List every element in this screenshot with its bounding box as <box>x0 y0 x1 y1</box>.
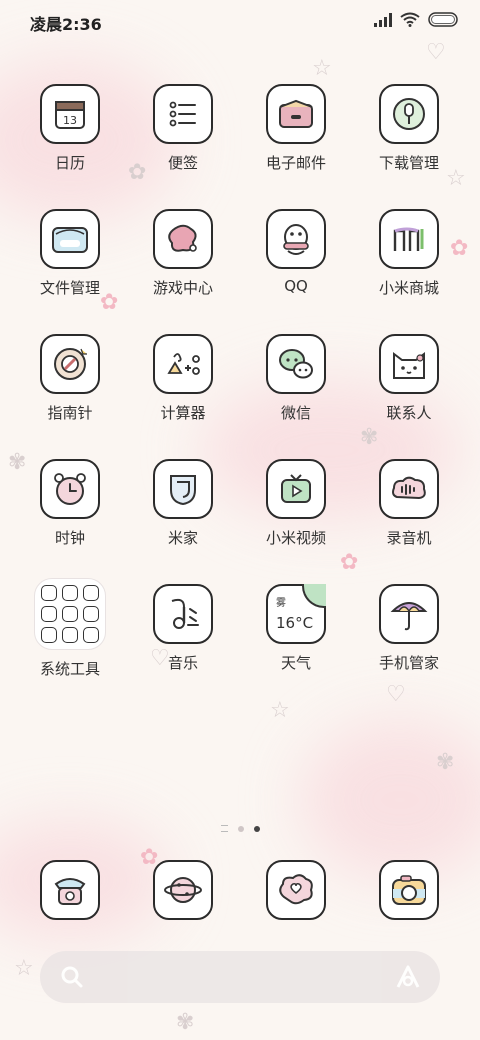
app-phone[interactable] <box>14 860 126 920</box>
app-folder[interactable]: 文件管理 <box>14 209 126 298</box>
page-dot-current[interactable] <box>253 825 260 832</box>
browser-icon[interactable] <box>153 860 213 920</box>
app-download[interactable]: 下载管理 <box>353 84 465 173</box>
search-icon[interactable] <box>60 965 84 989</box>
app-weather[interactable]: 雾 16°C 天气 <box>240 584 352 673</box>
app-label: QQ <box>284 277 308 295</box>
app-label: 米家 <box>167 529 198 547</box>
app-browser[interactable] <box>127 860 239 920</box>
folder-mini-app-icon <box>62 585 78 601</box>
app-label: 音乐 <box>167 654 198 672</box>
app-label: 天气 <box>280 654 311 672</box>
app-label: 文件管理 <box>39 279 100 297</box>
app-label: 系统工具 <box>39 660 100 678</box>
folder-mini-app-icon <box>83 585 99 601</box>
phone-icon[interactable] <box>40 860 100 920</box>
app-label: 小米视频 <box>265 529 326 547</box>
app-label: 便签 <box>167 154 198 172</box>
wifi-icon <box>400 12 420 27</box>
app-label: 游戏中心 <box>152 279 213 297</box>
folder-mini-app-icon <box>83 627 99 643</box>
status-time: 凌晨2:36 <box>30 15 102 34</box>
app-calculator[interactable]: 计算器 <box>127 334 239 423</box>
search-bar[interactable] <box>40 951 440 1003</box>
app-game-center[interactable]: 游戏中心 <box>127 209 239 298</box>
app-recorder[interactable]: 录音机 <box>353 459 465 548</box>
app-compass[interactable]: 指南针 <box>14 334 126 423</box>
app-label: 日历 <box>54 154 85 172</box>
weather-temp: 16°C <box>276 614 314 632</box>
camera-icon[interactable] <box>379 860 439 920</box>
clock-icon[interactable] <box>40 459 100 519</box>
mi-home-icon[interactable] <box>153 459 213 519</box>
status-bar: 凌晨2:36 <box>0 0 480 40</box>
recorder-icon[interactable] <box>379 459 439 519</box>
weather-condition: 雾 <box>276 598 286 609</box>
contacts-icon[interactable] <box>379 334 439 394</box>
app-label: 小米商城 <box>378 279 439 297</box>
page-indicator <box>0 825 480 832</box>
music-icon[interactable] <box>153 584 213 644</box>
app-mi-home[interactable]: 米家 <box>127 459 239 548</box>
app-label: 下载管理 <box>378 154 439 172</box>
folder-mini-app-icon <box>83 606 99 622</box>
app-music[interactable]: 音乐 <box>127 584 239 673</box>
app-label: 时钟 <box>54 529 85 547</box>
qq-icon[interactable] <box>266 209 326 269</box>
app-label: 电子邮件 <box>265 154 326 172</box>
app-label: 微信 <box>280 404 311 422</box>
app-security[interactable]: 手机管家 <box>353 584 465 673</box>
messages-icon[interactable] <box>266 860 326 920</box>
app-label: 录音机 <box>386 529 432 547</box>
email-icon[interactable] <box>266 84 326 144</box>
app-system-tools[interactable]: 系统工具 <box>14 578 126 679</box>
app-mi-store[interactable]: 小米商城 <box>353 209 465 298</box>
app-calendar[interactable]: 13 日历 <box>14 84 126 173</box>
app-notes[interactable]: 便签 <box>127 84 239 173</box>
app-clock[interactable]: 时钟 <box>14 459 126 548</box>
app-label: 联系人 <box>386 404 432 422</box>
app-label: 指南针 <box>47 404 93 422</box>
assistant-icon[interactable] <box>394 964 422 990</box>
battery-icon <box>428 12 458 27</box>
folder-mini-app-icon <box>41 627 57 643</box>
app-email[interactable]: 电子邮件 <box>240 84 352 173</box>
signal-icon <box>374 12 392 27</box>
compass-icon[interactable] <box>40 334 100 394</box>
download-icon[interactable] <box>379 84 439 144</box>
system-tools-folder-icon[interactable] <box>34 578 106 650</box>
weather-icon[interactable]: 雾 16°C <box>266 584 326 644</box>
folder-mini-app-icon <box>62 606 78 622</box>
calendar-icon[interactable]: 13 <box>40 84 100 144</box>
folder-mini-app-icon <box>41 606 57 622</box>
notes-icon[interactable] <box>153 84 213 144</box>
calculator-icon[interactable] <box>153 334 213 394</box>
folder-mini-app-icon <box>41 585 57 601</box>
app-camera[interactable] <box>353 860 465 920</box>
security-icon[interactable] <box>379 584 439 644</box>
calendar-date: 13 <box>63 114 77 127</box>
app-wechat[interactable]: 微信 <box>240 334 352 423</box>
mi-store-icon[interactable] <box>379 209 439 269</box>
page-indicator-menu[interactable] <box>220 825 228 832</box>
page-dot[interactable] <box>237 825 244 832</box>
wechat-icon[interactable] <box>266 334 326 394</box>
folder-icon[interactable] <box>40 209 100 269</box>
game-center-icon[interactable] <box>153 209 213 269</box>
mi-video-icon[interactable] <box>266 459 326 519</box>
app-qq[interactable]: QQ <box>240 209 352 295</box>
app-label: 计算器 <box>160 404 206 422</box>
app-messages[interactable] <box>240 860 352 920</box>
app-mi-video[interactable]: 小米视频 <box>240 459 352 548</box>
app-contacts[interactable]: 联系人 <box>353 334 465 423</box>
app-label: 手机管家 <box>378 654 439 672</box>
folder-mini-app-icon <box>62 627 78 643</box>
